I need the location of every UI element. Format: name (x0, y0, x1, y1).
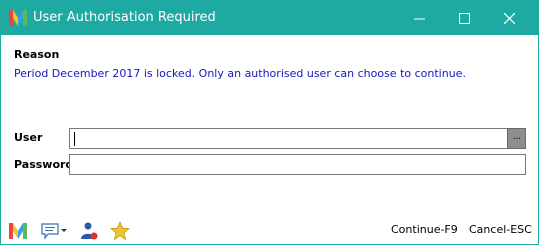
text-caret (74, 132, 75, 146)
auth-dialog: User Authorisation Required Reason Perio… (0, 0, 539, 245)
window-title: User Authorisation Required (33, 10, 216, 25)
app-logo-icon (9, 10, 27, 26)
footer-toolbar: Continue-F9 Cancel-ESC (1, 215, 538, 245)
reason-label: Reason (14, 48, 60, 61)
app-logo-icon[interactable] (8, 221, 28, 241)
password-input[interactable] (69, 154, 526, 175)
user-label: User (14, 131, 43, 144)
continue-button[interactable]: Continue-F9 (391, 223, 458, 236)
star-icon[interactable] (109, 221, 131, 241)
reason-text: Period December 2017 is locked. Only an … (14, 67, 466, 80)
password-label: Password (14, 158, 74, 171)
maximize-button[interactable] (442, 1, 487, 35)
user-lookup-button[interactable]: ··· (507, 128, 526, 149)
minimize-button[interactable] (397, 1, 442, 35)
message-icon[interactable] (39, 221, 69, 241)
close-button[interactable] (487, 1, 532, 35)
user-input[interactable] (69, 128, 508, 149)
cancel-button[interactable]: Cancel-ESC (469, 223, 532, 236)
title-bar[interactable]: User Authorisation Required (1, 1, 538, 35)
user-icon[interactable] (79, 221, 99, 241)
